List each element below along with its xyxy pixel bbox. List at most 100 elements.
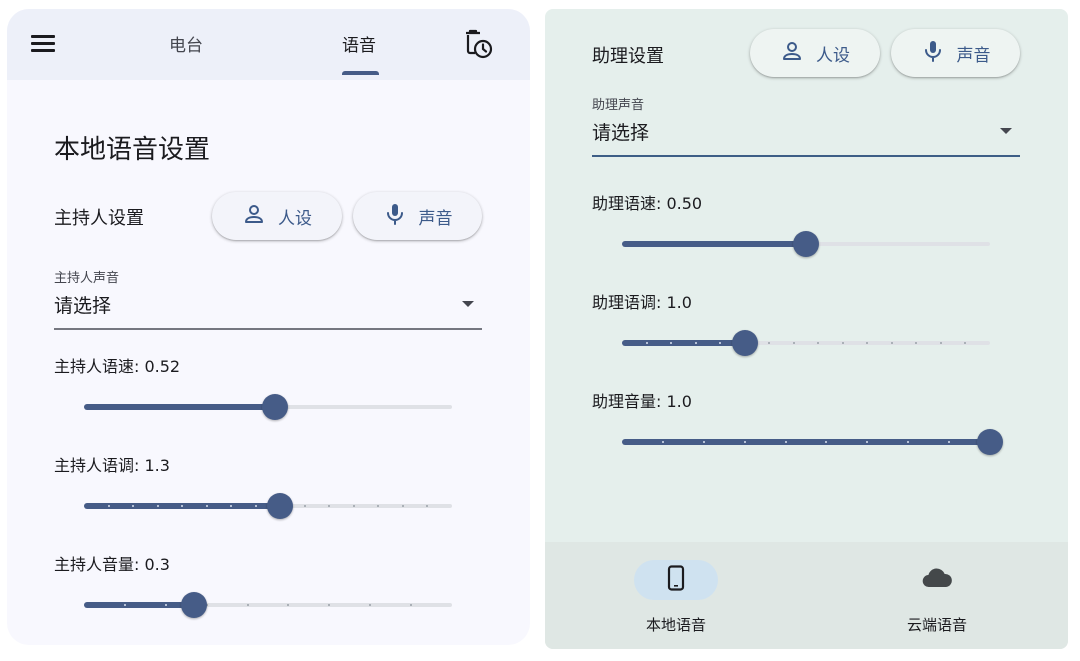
assistant-voice-button[interactable]: 声音 bbox=[891, 29, 1020, 77]
field-value: 请选择 bbox=[592, 122, 650, 144]
slider-thumb[interactable] bbox=[181, 592, 208, 618]
slider-tick bbox=[230, 505, 233, 507]
field-underline bbox=[54, 328, 482, 330]
host-settings-label: 主持人设置 bbox=[54, 208, 144, 229]
slider-tick bbox=[328, 604, 331, 606]
slider-tick bbox=[719, 342, 722, 344]
slider-tick bbox=[825, 441, 828, 443]
slider-tick bbox=[890, 342, 893, 344]
dropdown-arrow-icon bbox=[462, 301, 474, 307]
tab-indicator bbox=[342, 71, 379, 75]
slider-tick bbox=[645, 342, 648, 344]
slider-tick bbox=[841, 342, 844, 344]
assistant-persona-button[interactable]: 人设 bbox=[750, 29, 880, 77]
assistant-settings-label: 助理设置 bbox=[592, 46, 664, 67]
nav-indicator bbox=[634, 560, 718, 600]
nav-indicator bbox=[895, 560, 979, 600]
slider-tick bbox=[181, 505, 184, 507]
slider-tick bbox=[107, 505, 110, 507]
host-voice-button[interactable]: 声音 bbox=[353, 192, 482, 240]
slider-tick bbox=[303, 505, 306, 507]
slider-tick bbox=[670, 342, 673, 344]
cloud-icon bbox=[921, 567, 953, 593]
slider-tick bbox=[401, 505, 404, 507]
dropdown-arrow-icon bbox=[1000, 128, 1012, 134]
tab-voice[interactable]: 语音 bbox=[342, 31, 376, 56]
delete-clock-icon[interactable] bbox=[462, 28, 494, 64]
slider-tick bbox=[661, 441, 664, 443]
nav-label: 云端语音 bbox=[906, 616, 967, 634]
host-settings-panel: 电台 语音 本地语音设置 主持人设置 人设 声音 主持人声音 请选择 主持人语速… bbox=[7, 9, 530, 645]
host-pitch-slider[interactable] bbox=[84, 493, 452, 519]
top-app-bar: 电台 语音 bbox=[7, 9, 530, 80]
field-underline bbox=[592, 155, 1020, 157]
assistant-settings-panel: 助理设置 人设 声音 助理声音 请选择 助理语速: 0.50 助理语调: 1.0… bbox=[545, 9, 1068, 649]
slider-tick bbox=[907, 441, 910, 443]
assistant-pitch-slider[interactable] bbox=[622, 330, 990, 356]
menu-icon[interactable] bbox=[31, 33, 57, 55]
nav-local-voice[interactable]: 本地语音 bbox=[616, 560, 736, 640]
slider-thumb[interactable] bbox=[977, 429, 1003, 455]
slider-tick bbox=[254, 505, 257, 507]
slider-tick bbox=[369, 604, 372, 606]
person-icon bbox=[242, 202, 266, 230]
slider-tick bbox=[287, 604, 290, 606]
chip-label: 声音 bbox=[956, 45, 991, 66]
slider-tick bbox=[817, 342, 820, 344]
slider-tick bbox=[792, 342, 795, 344]
host-persona-button[interactable]: 人设 bbox=[212, 192, 342, 240]
slider-thumb[interactable] bbox=[262, 394, 289, 420]
slider-tick bbox=[164, 604, 167, 606]
slider-tick bbox=[768, 342, 771, 344]
host-speed-slider[interactable] bbox=[84, 394, 452, 420]
slider-tick bbox=[132, 505, 135, 507]
slider-active-track bbox=[84, 404, 276, 410]
slider-ticks bbox=[622, 441, 990, 443]
slider-tick bbox=[123, 604, 126, 606]
assistant-voice-dropdown[interactable]: 助理声音 请选择 bbox=[592, 94, 1020, 157]
host-volume-slider[interactable] bbox=[84, 592, 452, 618]
slider-thumb[interactable] bbox=[267, 493, 294, 519]
page-title: 本地语音设置 bbox=[54, 135, 211, 165]
field-label: 助理声音 bbox=[592, 98, 645, 113]
slider-tick bbox=[352, 505, 355, 507]
assistant-speed-label: 助理语速: 0.50 bbox=[592, 194, 703, 213]
assistant-volume-label: 助理音量: 1.0 bbox=[592, 392, 692, 411]
assistant-volume-slider[interactable] bbox=[622, 429, 1003, 455]
slider-tick bbox=[866, 441, 869, 443]
nav-cloud-voice[interactable]: 云端语音 bbox=[877, 560, 997, 640]
mic-icon bbox=[921, 39, 945, 67]
nav-label: 本地语音 bbox=[645, 616, 706, 634]
slider-tick bbox=[377, 505, 380, 507]
host-voice-dropdown[interactable]: 主持人声音 请选择 bbox=[54, 267, 482, 330]
tab-radio[interactable]: 电台 bbox=[169, 31, 203, 56]
slider-tick bbox=[410, 604, 413, 606]
slider-ticks bbox=[622, 342, 990, 344]
smartphone-icon bbox=[664, 565, 688, 595]
person-icon bbox=[780, 39, 804, 67]
slider-thumb[interactable] bbox=[731, 330, 758, 356]
slider-tick bbox=[426, 505, 429, 507]
slider-tick bbox=[948, 441, 951, 443]
mic-icon bbox=[383, 202, 407, 230]
host-speed-label: 主持人语速: 0.52 bbox=[54, 357, 181, 376]
bottom-navigation: 本地语音 云端语音 bbox=[545, 542, 1068, 649]
slider-active-track bbox=[622, 241, 806, 247]
slider-tick bbox=[702, 441, 705, 443]
field-label: 主持人声音 bbox=[54, 271, 120, 286]
slider-tick bbox=[156, 505, 159, 507]
slider-tick bbox=[915, 342, 918, 344]
slider-tick bbox=[743, 441, 746, 443]
chip-label: 声音 bbox=[418, 208, 453, 229]
host-volume-label: 主持人音量: 0.3 bbox=[54, 555, 170, 574]
assistant-pitch-label: 助理语调: 1.0 bbox=[592, 293, 692, 312]
slider-tick bbox=[205, 505, 208, 507]
slider-tick bbox=[328, 505, 331, 507]
host-pitch-label: 主持人语调: 1.3 bbox=[54, 456, 170, 475]
chip-label: 人设 bbox=[816, 45, 850, 66]
assistant-speed-slider[interactable] bbox=[622, 231, 990, 257]
slider-thumb[interactable] bbox=[793, 231, 819, 257]
slider-tick bbox=[784, 441, 787, 443]
slider-tick bbox=[939, 342, 942, 344]
field-value: 请选择 bbox=[54, 295, 112, 317]
